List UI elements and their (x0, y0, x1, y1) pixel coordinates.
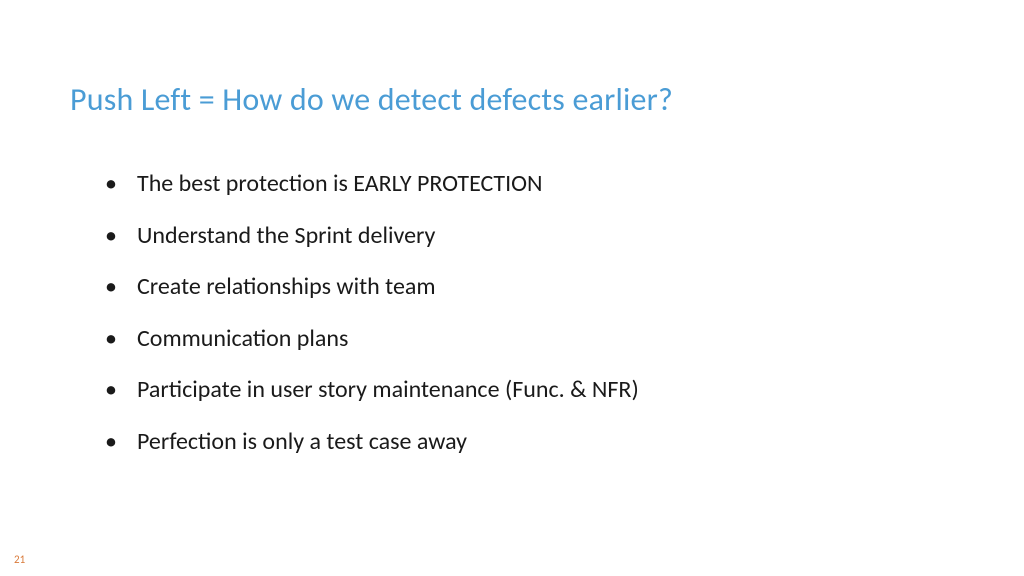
bullet-item: Perfection is only a test case away (105, 425, 954, 459)
slide-container: Push Left = How do we detect defects ear… (0, 0, 1024, 576)
bullet-item: Communication plans (105, 322, 954, 356)
bullet-item: Create relationships with team (105, 270, 954, 304)
page-number: 21 (14, 553, 25, 566)
bullet-item: Participate in user story maintenance (F… (105, 373, 954, 407)
bullet-list: The best protection is EARLY PROTECTION … (70, 167, 954, 459)
bullet-item: The best protection is EARLY PROTECTION (105, 167, 954, 201)
bullet-item: Understand the Sprint delivery (105, 219, 954, 253)
slide-title: Push Left = How do we detect defects ear… (70, 80, 954, 119)
